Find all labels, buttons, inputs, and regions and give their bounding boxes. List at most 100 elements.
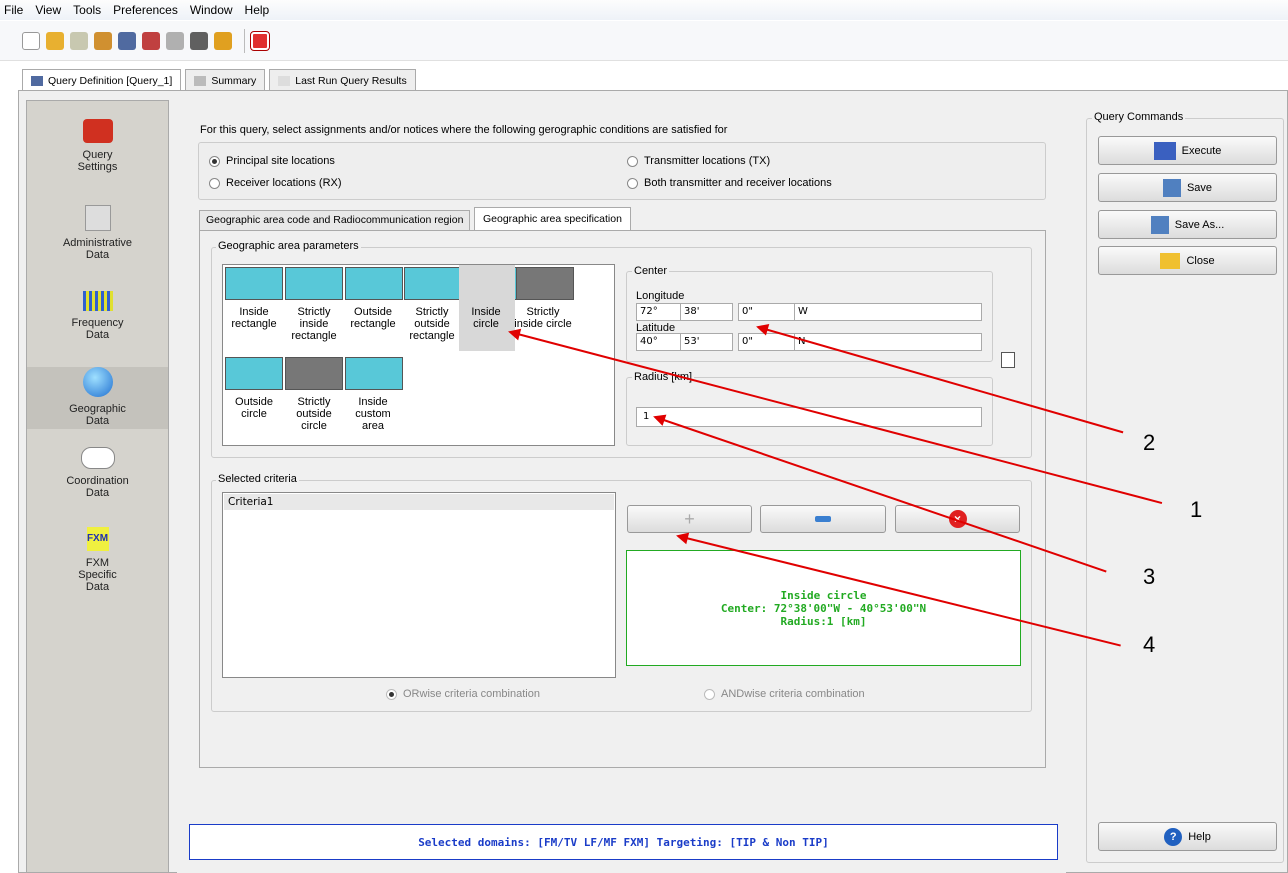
summary-line: Radius:1 [km] <box>780 614 867 628</box>
toolbar-divider <box>244 28 245 53</box>
callout-number: 4 <box>1143 632 1156 657</box>
shape-label: Inside circle <box>471 306 501 330</box>
tab-last-run[interactable]: Last Run Query Results <box>269 69 416 91</box>
fxm-logo-icon: FXM <box>86 527 109 551</box>
shape-label: Outside rectangle <box>350 306 396 330</box>
folder-icon <box>1160 252 1181 269</box>
help-button[interactable]: ? Help <box>1098 822 1277 851</box>
open-folder-icon[interactable] <box>46 31 64 50</box>
spectrum-icon <box>82 291 113 311</box>
sidebar-item-coordination[interactable]: Coordination Data <box>27 447 168 499</box>
execute-button[interactable]: Execute <box>1098 136 1277 165</box>
status-bar: Selected domains: [FM/TV LF/MF FXM] Targ… <box>189 824 1058 860</box>
pencil-icon <box>194 75 207 86</box>
latitude-minutes-stepper[interactable]: 53' <box>680 333 733 351</box>
add-criteria-button[interactable]: + <box>627 505 752 533</box>
strictly-outside-circle-icon[interactable] <box>285 357 343 390</box>
close-button[interactable]: Close <box>1098 246 1277 275</box>
radio-tx[interactable]: Transmitter locations (TX) <box>627 155 770 167</box>
outside-rectangle-icon[interactable] <box>345 267 403 300</box>
geo-params-title: Geographic area parameters <box>216 240 361 252</box>
remove-criteria-button[interactable] <box>760 505 886 533</box>
callout-number: 2 <box>1143 430 1156 455</box>
strictly-outside-rectangle-icon[interactable] <box>404 267 462 300</box>
power-icon[interactable] <box>250 30 270 51</box>
inside-rectangle-icon[interactable] <box>225 267 283 300</box>
menu-tools[interactable]: Tools <box>73 3 101 17</box>
radio-both[interactable]: Both transmitter and receiver locations <box>627 177 832 189</box>
menu-preferences[interactable]: Preferences <box>113 3 178 17</box>
shape-label: Inside rectangle <box>231 306 277 330</box>
help-icon: ? <box>1164 827 1183 846</box>
tab-area-spec[interactable]: Geographic area specification <box>474 207 631 231</box>
floppy-icon <box>1150 215 1169 234</box>
radio-dot <box>704 688 715 700</box>
radio-dot <box>209 177 220 189</box>
plus-icon: + <box>684 508 695 529</box>
radio-orwise[interactable]: ORwise criteria combination <box>386 688 540 700</box>
callout-number: 1 <box>1190 497 1203 522</box>
query-commands-title: Query Commands <box>1092 111 1186 123</box>
menu-file[interactable]: File <box>4 3 23 17</box>
longitude-minutes-stepper[interactable]: 38' <box>680 303 733 321</box>
strictly-inside-rectangle-icon[interactable] <box>285 267 343 300</box>
calendar-pen-icon <box>84 205 111 231</box>
radio-rx[interactable]: Receiver locations (RX) <box>209 177 342 189</box>
new-document-icon[interactable] <box>22 31 40 50</box>
query-icon[interactable] <box>118 31 136 50</box>
location-group: Principal site locations Receiver locati… <box>198 142 1046 200</box>
floppy-icon <box>1162 178 1181 197</box>
list-item[interactable]: Criteria1 <box>224 494 614 510</box>
settings-icon[interactable] <box>166 31 184 50</box>
inside-custom-area-icon[interactable] <box>345 357 403 390</box>
shape-label: Strictly inside rectangle <box>291 306 337 342</box>
query-icon <box>31 76 43 86</box>
latitude-direction-select[interactable]: N <box>794 333 982 351</box>
menu-view[interactable]: View <box>35 3 61 17</box>
criteria-list: Criteria1 <box>222 492 616 678</box>
tools-icon[interactable] <box>142 31 160 50</box>
save-button[interactable]: Save <box>1098 173 1277 202</box>
results-icon <box>278 75 291 86</box>
play-button[interactable] <box>1001 352 1015 368</box>
radio-dot <box>627 177 638 189</box>
package-icon[interactable] <box>94 31 112 50</box>
calculator-icon[interactable] <box>190 31 208 50</box>
longitude-seconds-stepper[interactable]: 0" <box>738 303 795 321</box>
database-icon[interactable] <box>70 31 88 50</box>
outside-circle-icon[interactable] <box>225 357 283 390</box>
menu-help[interactable]: Help <box>245 3 270 17</box>
menu-window[interactable]: Window <box>190 3 233 17</box>
sidebar-item-administrative[interactable]: Administrative Data <box>27 205 168 261</box>
shape-label: Strictly outside circle <box>296 396 332 432</box>
radio-principal[interactable]: Principal site locations <box>209 155 335 167</box>
shape-grid: Inside rectangle Strictly inside rectang… <box>222 264 615 446</box>
longitude-direction-select[interactable]: W <box>794 303 982 321</box>
sidebar-item-frequency[interactable]: Frequency Data <box>27 291 168 341</box>
selected-criteria-title: Selected criteria <box>216 473 299 485</box>
summary-line: Center: 72°38'00"W - 40°53'00"N <box>720 601 927 615</box>
summary-line: Inside circle <box>780 588 867 602</box>
intro-text: For this query, select assignments and/o… <box>200 124 728 136</box>
shape-label: Outside circle <box>235 396 273 420</box>
save-as-button[interactable]: Save As... <box>1098 210 1277 239</box>
tab-summary[interactable]: Summary <box>185 69 266 91</box>
globe-icon <box>82 367 113 397</box>
main-tabs: Query Definition [Query_1] Summary Last … <box>22 69 420 92</box>
sidebar-item-query-settings[interactable]: Query Settings <box>27 119 168 173</box>
minus-icon <box>815 516 831 522</box>
sidebar-item-geographic[interactable]: Geographic Data <box>27 367 168 429</box>
radio-dot <box>386 688 397 700</box>
execute-icon <box>1153 141 1176 160</box>
radio-dot <box>627 155 638 167</box>
pencil-icon[interactable] <box>214 31 232 50</box>
callout-number: 3 <box>1143 564 1156 589</box>
tab-query-definition[interactable]: Query Definition [Query_1] <box>22 69 182 92</box>
sidebar: Query Settings Administrative Data Frequ… <box>26 100 169 873</box>
strictly-inside-circle-icon[interactable] <box>516 267 574 300</box>
radio-andwise[interactable]: ANDwise criteria combination <box>704 688 865 700</box>
tab-area-code[interactable]: Geographic area code and Radiocommunicat… <box>199 210 471 230</box>
shape-label: Inside custom area <box>355 396 391 432</box>
menu-bar: File View Tools Preferences Window Help <box>0 0 1288 20</box>
sidebar-item-fxm[interactable]: FXM FXM Specific Data <box>27 527 168 593</box>
